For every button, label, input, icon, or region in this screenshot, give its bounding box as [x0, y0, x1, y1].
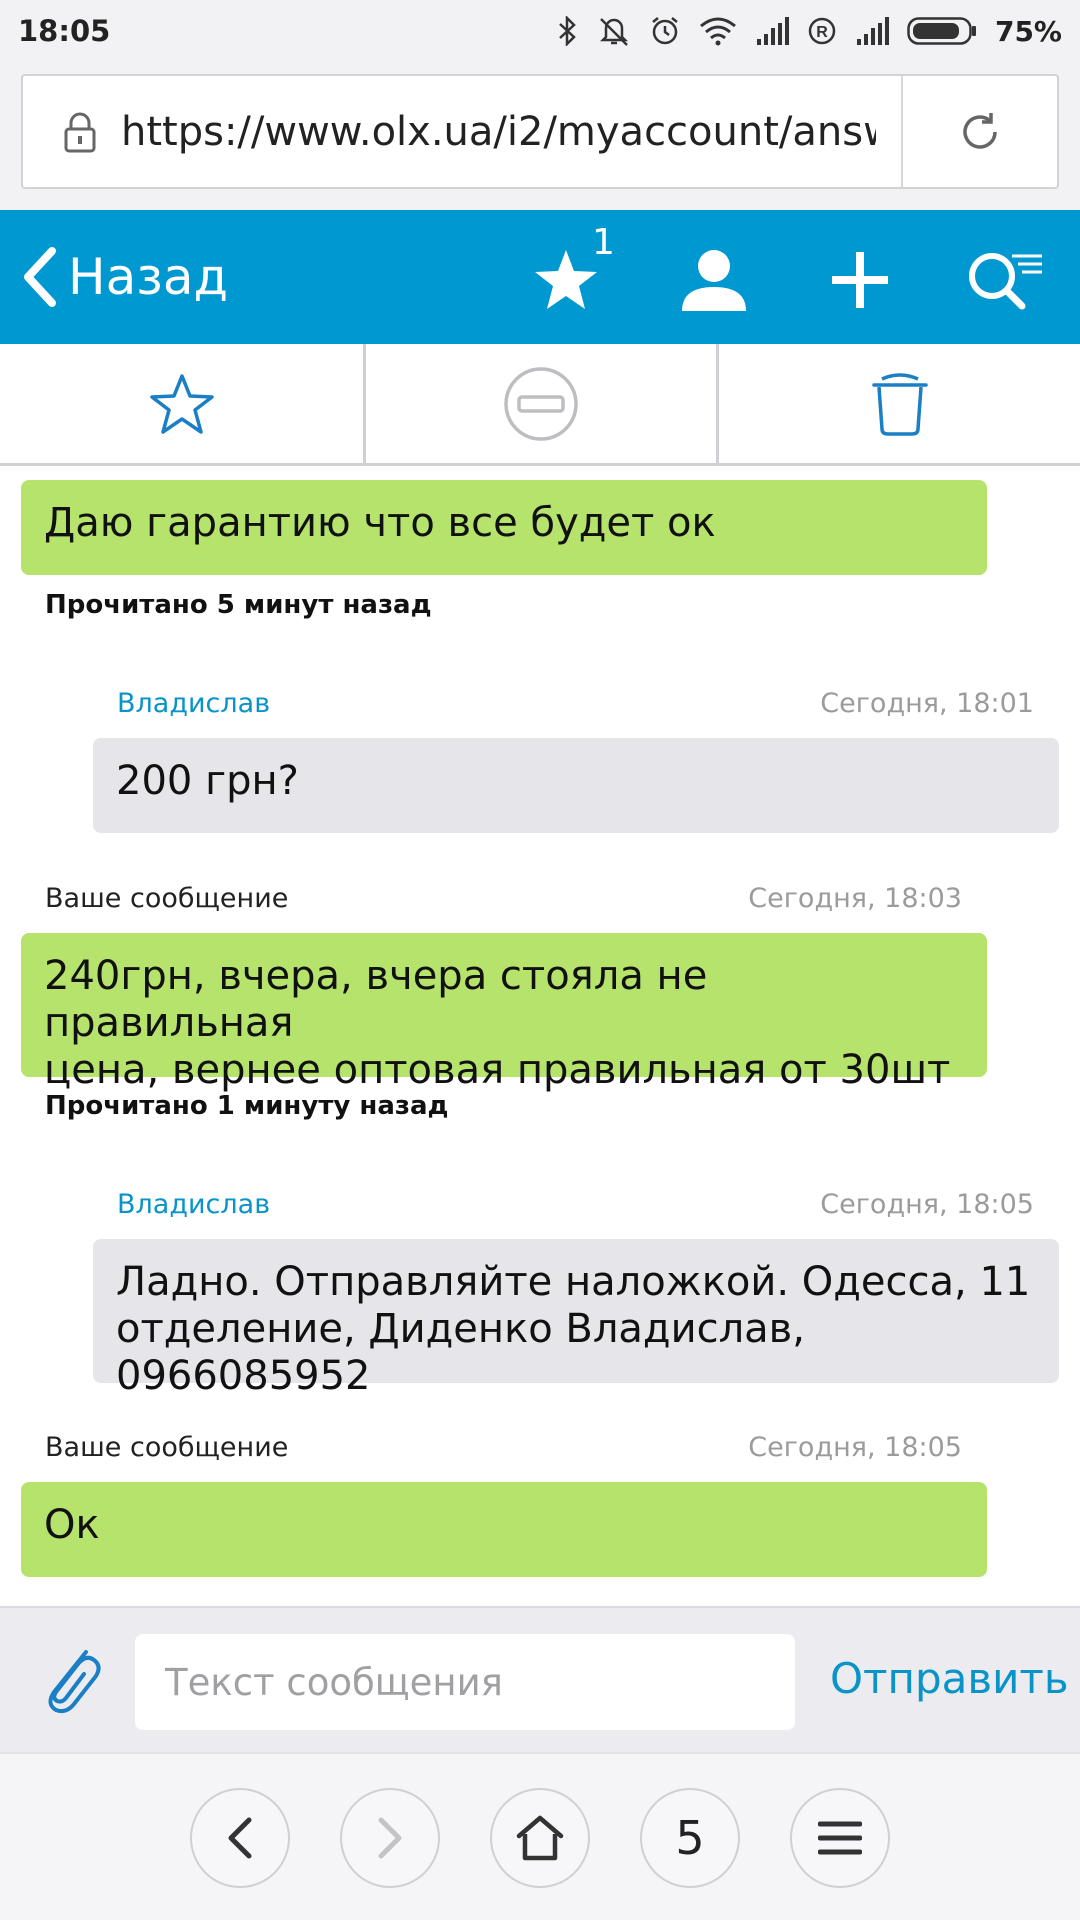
block-icon: [504, 367, 578, 441]
signal-icon: [856, 17, 889, 45]
search-button[interactable]: [966, 240, 1046, 320]
profile-button[interactable]: [674, 240, 754, 320]
message-list: Даю гарантию что все будет ок Прочитано …: [0, 466, 1080, 1606]
svg-text:R: R: [816, 24, 828, 41]
back-label[interactable]: Назад: [68, 248, 228, 306]
star-conversation-button[interactable]: [0, 344, 363, 464]
read-receipt: Прочитано 5 минут назад: [45, 590, 432, 620]
browser-forward-button[interactable]: [340, 1788, 440, 1888]
message-timestamp: Сегодня, 18:05: [748, 1432, 962, 1463]
lock-icon: [64, 112, 96, 152]
alarm-icon: [652, 17, 678, 45]
signal-icon: [756, 17, 789, 45]
message-timestamp: Сегодня, 18:03: [748, 883, 962, 914]
plus-icon: [832, 252, 888, 308]
browser-nav-bar: 5: [0, 1752, 1080, 1920]
home-button[interactable]: [490, 1788, 590, 1888]
app-header: Назад: [0, 210, 1080, 344]
compose-bar: Отправить: [0, 1606, 1080, 1752]
home-icon: [516, 1815, 564, 1861]
their-message-bubble: Ладно. Отправляйте наложкой. Одесса, 11 …: [93, 1239, 1059, 1399]
wifi-icon: [700, 17, 736, 46]
conversation-toolbar: [0, 344, 1080, 466]
read-receipt: Прочитано 1 минуту назад: [45, 1091, 449, 1121]
chevron-left-icon: [228, 1817, 252, 1859]
my-message-bubble: Даю гарантию что все будет ок: [21, 480, 987, 575]
message-text: Даю гарантию что все будет ок: [44, 500, 716, 546]
mute-icon: [599, 18, 628, 46]
sender-name: Ваше сообщение: [45, 1432, 289, 1463]
message-text: Ок: [44, 1502, 100, 1548]
message-timestamp: Сегодня, 18:01: [820, 688, 1034, 719]
add-listing-button[interactable]: [820, 240, 900, 320]
chevron-left-icon: [24, 247, 56, 307]
block-user-button[interactable]: [366, 344, 716, 464]
browser-back-button[interactable]: [190, 1788, 290, 1888]
status-bar: 18:05 R 75%: [0, 0, 1080, 62]
message-text-line: цена, вернее оптовая правильная от 30шт: [44, 1047, 951, 1093]
message-timestamp: Сегодня, 18:05: [820, 1189, 1034, 1220]
message-text-line: 240грн, вчера, вчера стояла не правильна…: [44, 953, 708, 1046]
sender-name[interactable]: Владислав: [117, 688, 270, 719]
my-message-bubble: Ок: [21, 1482, 987, 1577]
search-icon: [969, 253, 1042, 310]
message-text-line: отделение, Диденко Владислав, 0966085952: [116, 1306, 805, 1399]
send-button[interactable]: Отправить: [830, 1654, 1069, 1703]
attach-button[interactable]: [36, 1638, 102, 1722]
battery-percent: 75%: [994, 14, 1062, 48]
sender-name: Ваше сообщение: [45, 883, 289, 914]
paperclip-icon: [48, 1650, 101, 1714]
star-icon: [535, 250, 597, 309]
battery-icon: [907, 17, 976, 45]
bluetooth-icon: [559, 16, 576, 46]
my-message-bubble: 240грн, вчера, вчера стояла не правильна…: [21, 933, 987, 1093]
chevron-right-icon: [378, 1817, 402, 1859]
message-text-line: Ладно. Отправляйте наложкой. Одесса, 11: [116, 1259, 1031, 1305]
status-icons: R 75%: [557, 15, 1062, 48]
star-outline-icon: [149, 374, 214, 434]
sender-name[interactable]: Владислав: [117, 1189, 270, 1220]
back-button[interactable]: Назад: [20, 210, 228, 344]
user-icon: [682, 250, 746, 311]
trash-icon: [871, 373, 928, 436]
message-input[interactable]: [135, 1634, 795, 1730]
roaming-icon: R: [808, 17, 836, 45]
reload-icon: [963, 112, 997, 149]
browser-bar: https://www.olx.ua/i2/myaccount/answers: [0, 62, 1080, 210]
address-bar[interactable]: https://www.olx.ua/i2/myaccount/answers: [21, 74, 1059, 189]
url-text[interactable]: https://www.olx.ua/i2/myaccount/answers: [121, 109, 876, 155]
message-text: 200 грн?: [116, 758, 299, 804]
reload-button[interactable]: [903, 109, 1057, 155]
delete-conversation-button[interactable]: [719, 344, 1080, 464]
tabs-count: 5: [675, 1811, 705, 1865]
hamburger-icon: [818, 1821, 862, 1855]
favorites-count: 1: [592, 222, 615, 263]
their-message-bubble: 200 грн?: [93, 738, 1059, 833]
tabs-button[interactable]: 5: [640, 1788, 740, 1888]
menu-button[interactable]: [790, 1788, 890, 1888]
status-time: 18:05: [18, 14, 111, 48]
